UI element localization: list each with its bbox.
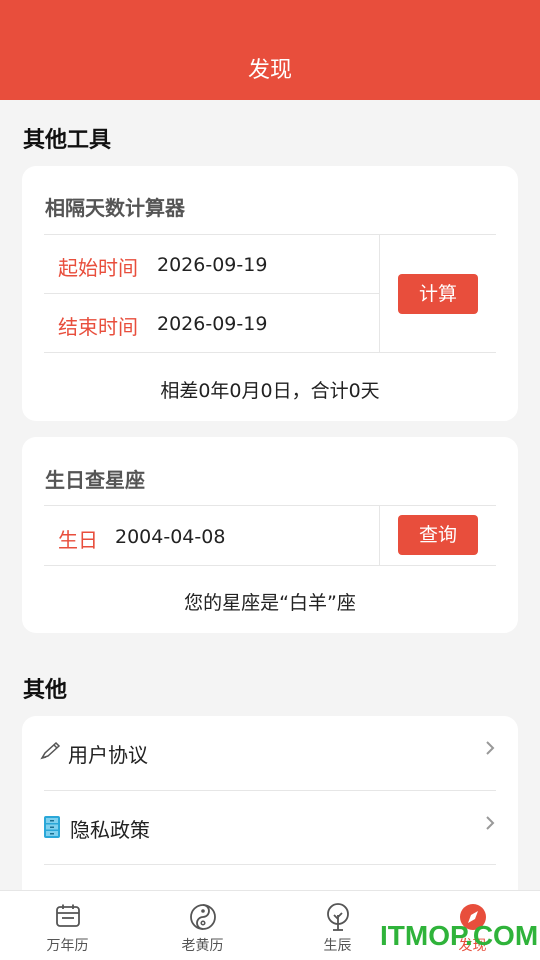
days-result-text: 相差0年0月0日，合计0天 (160, 380, 380, 402)
zodiac-result-text: 您的星座是“白羊”座 (184, 592, 356, 614)
tab-almanac[interactable]: 老黄历 (135, 891, 270, 960)
zodiac-card: 生日查星座 生日 2004-04-08 查询 您的星座是“白羊”座 (22, 437, 518, 633)
chevron-right-icon (484, 813, 496, 839)
calendar-icon (0, 903, 135, 933)
cabinet-icon (42, 815, 62, 845)
list-item-label: 用户协议 (68, 743, 148, 767)
watermark-logo: ITMOP.COM (380, 920, 539, 951)
divider (44, 864, 496, 865)
divider-vertical (379, 234, 380, 352)
days-calculator-card: 相隔天数计算器 起始时间 2026-09-19 结束时间 2026-09-19 … (22, 166, 518, 421)
divider (44, 352, 496, 353)
list-item-user-agreement[interactable]: 用户协议 (22, 716, 518, 790)
section-title-other: 其他 (23, 678, 68, 703)
end-time-label: 结束时间 (58, 315, 138, 339)
page-title: 发现 (247, 58, 292, 83)
calculate-button[interactable]: 计算 (398, 274, 478, 314)
start-time-value[interactable]: 2026-09-19 (157, 254, 267, 276)
section-title-tools: 其他工具 (23, 128, 112, 153)
divider (44, 234, 496, 235)
list-item-label: 隐私政策 (70, 818, 150, 842)
divider (44, 293, 379, 294)
top-header: 发现 (0, 0, 540, 100)
divider-vertical (379, 505, 380, 565)
divider (44, 565, 496, 566)
end-time-value[interactable]: 2026-09-19 (157, 313, 267, 335)
start-time-label: 起始时间 (58, 256, 138, 280)
other-list-card: 用户协议 隐私政策 (22, 716, 518, 916)
birthday-label: 生日 (58, 528, 98, 552)
pencil-icon (39, 740, 63, 768)
days-calculator-title: 相隔天数计算器 (45, 196, 185, 220)
zodiac-title: 生日查星座 (45, 468, 145, 492)
list-item-privacy-policy[interactable]: 隐私政策 (22, 791, 518, 865)
tab-label: 老黄历 (181, 938, 224, 954)
tab-calendar[interactable]: 万年历 (0, 891, 135, 960)
birthday-value[interactable]: 2004-04-08 (115, 526, 225, 548)
divider (44, 505, 496, 506)
yin-yang-icon (135, 903, 270, 935)
query-button[interactable]: 查询 (398, 515, 478, 555)
chevron-right-icon (484, 738, 496, 764)
tab-label: 万年历 (46, 938, 89, 954)
